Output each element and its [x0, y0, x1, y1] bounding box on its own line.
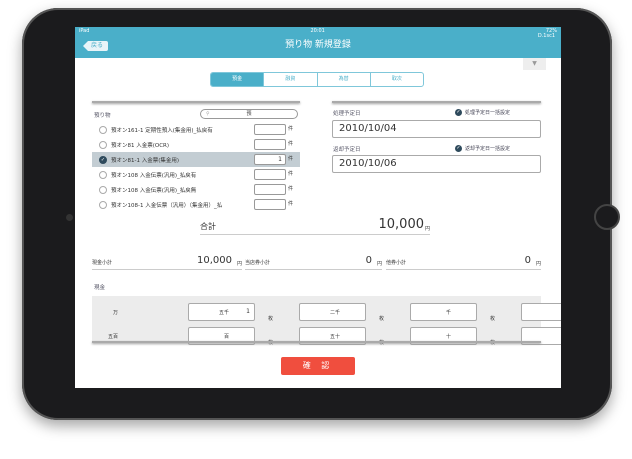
- list-item[interactable]: ✓ 預オン81-1 入金票(集金用) 1 件: [92, 152, 300, 167]
- item-label: 預オン108 入金伝票(汎用)_払戻無: [111, 187, 197, 194]
- unit-label: 件: [288, 201, 294, 207]
- denomination-label: 二千: [329, 310, 340, 316]
- unit-label: 件: [288, 171, 294, 177]
- app-screen: iPad 20:01 72% 戻る 預り物 新規登録 D.1sc1 ▼ 預金 融…: [75, 27, 561, 388]
- count-input[interactable]: [521, 303, 561, 321]
- item-label: 預オン108 入金伝票(汎用)_払戻有: [111, 172, 197, 179]
- tab-deposit[interactable]: 預金: [211, 73, 265, 86]
- check-icon[interactable]: ✓: [99, 155, 107, 164]
- list-item[interactable]: 預オン108 入金伝票(汎用)_払戻有 件: [92, 167, 300, 182]
- divider: [92, 101, 300, 103]
- unit-label: 枚: [379, 316, 385, 322]
- radio-button[interactable]: [99, 200, 107, 209]
- cash-label: 現金: [94, 285, 106, 291]
- denomination-label: 万: [112, 310, 118, 316]
- denomination-label: 五十: [329, 334, 340, 340]
- return-bulk-checkbox[interactable]: ✓ 返却予定日一括設定: [455, 145, 510, 152]
- total-value: 10,000: [378, 217, 425, 232]
- status-bar: iPad 20:01 72%: [75, 27, 561, 35]
- list-item[interactable]: 預オン108 入金伝票(汎用)_払戻無 件: [92, 182, 300, 197]
- tab-exchange[interactable]: 為替: [318, 73, 371, 86]
- clock: 20:01: [310, 28, 325, 34]
- quantity-input[interactable]: [254, 184, 286, 195]
- check-icon: ✓: [455, 145, 462, 152]
- device-name: iPad: [79, 28, 90, 34]
- quantity-input[interactable]: 1: [254, 154, 286, 165]
- radio-button[interactable]: [99, 125, 107, 134]
- subtotal-cash: 現金小計 10,000 円: [92, 255, 242, 270]
- subtotal-other-checks: 他券小計 0 円: [386, 255, 541, 270]
- dropdown-toggle[interactable]: ▼: [523, 58, 546, 70]
- process-date-field[interactable]: 2010/10/04: [332, 120, 541, 138]
- tab-agency[interactable]: 取次: [371, 73, 423, 86]
- quantity-input[interactable]: [254, 199, 286, 210]
- list-item[interactable]: 預オン81 入金票(OCR) 件: [92, 137, 300, 152]
- unit-label: 件: [288, 126, 294, 132]
- unit-label: 枚: [490, 316, 496, 322]
- quantity-input[interactable]: [254, 139, 286, 150]
- list-item[interactable]: 預オン108-1 入金伝票（汎用）（集金用）_払 件: [92, 197, 300, 212]
- home-button[interactable]: [594, 204, 620, 230]
- tab-bar: 預金 融資 為替 取次: [210, 72, 424, 87]
- denomination-label: 十: [445, 334, 451, 340]
- confirm-button[interactable]: 確 認: [281, 357, 355, 375]
- check-icon: ✓: [455, 109, 462, 116]
- denomination-label: 五百: [107, 334, 118, 340]
- total-unit: 円: [424, 226, 430, 232]
- item-label: 預オン81-1 入金票(集金用): [111, 157, 180, 164]
- unit-label: 件: [288, 156, 294, 162]
- item-label: 預オン161-1 定期性預入(集金用)_払戻有: [111, 127, 213, 134]
- items-label: 預り物: [94, 113, 111, 119]
- total: 合計 10,000 円: [200, 217, 430, 235]
- divider: [92, 341, 541, 343]
- denomination-label: 百: [223, 334, 229, 340]
- items-list[interactable]: 預オン161-1 定期性預入(集金用)_払戻有件預オン81 入金票(OCR) 件 ✓…: [92, 122, 300, 212]
- search-input[interactable]: ⚲ 預: [200, 109, 298, 119]
- radio-button[interactable]: [99, 185, 107, 194]
- denomination-label: 千: [445, 310, 451, 316]
- unit-label: 枚: [268, 316, 274, 322]
- chevron-down-icon: ▼: [532, 60, 537, 67]
- total-label: 合計: [200, 222, 216, 231]
- process-date-label: 処理予定日: [333, 111, 361, 117]
- item-label: 預オン108-1 入金伝票（汎用）（集金用）_払: [111, 202, 223, 209]
- denomination-label: 五千: [218, 310, 229, 316]
- back-button[interactable]: 戻る: [83, 41, 109, 51]
- quantity-input[interactable]: [254, 124, 286, 135]
- quantity-input[interactable]: [254, 169, 286, 180]
- radio-button[interactable]: [99, 140, 107, 149]
- unit-label: 件: [288, 186, 294, 192]
- process-bulk-checkbox[interactable]: ✓ 処理予定日一括設定: [455, 109, 510, 116]
- radio-button[interactable]: [99, 170, 107, 179]
- return-date-label: 返却予定日: [333, 147, 361, 153]
- unit-label: 件: [288, 141, 294, 147]
- divider: [332, 101, 541, 103]
- list-item[interactable]: 預オン161-1 定期性預入(集金用)_払戻有 件: [92, 122, 300, 137]
- cash-denominations: 万1枚五千枚二千枚千枚五百枚百枚五十枚十枚: [92, 296, 561, 346]
- screen-id: D.1sc1: [537, 33, 555, 39]
- page-title: 預り物 新規登録: [285, 40, 351, 50]
- tab-loan[interactable]: 融資: [264, 73, 318, 86]
- subtotal-own-checks: 当店券小計 0 円: [245, 255, 382, 270]
- return-date-field[interactable]: 2010/10/06: [332, 155, 541, 173]
- item-label: 預オン81 入金票(OCR): [111, 142, 170, 149]
- search-icon: ⚲: [206, 111, 210, 117]
- count-input[interactable]: [410, 303, 477, 321]
- camera: [66, 214, 73, 221]
- nav-bar: 戻る 預り物 新規登録 D.1sc1: [75, 33, 561, 58]
